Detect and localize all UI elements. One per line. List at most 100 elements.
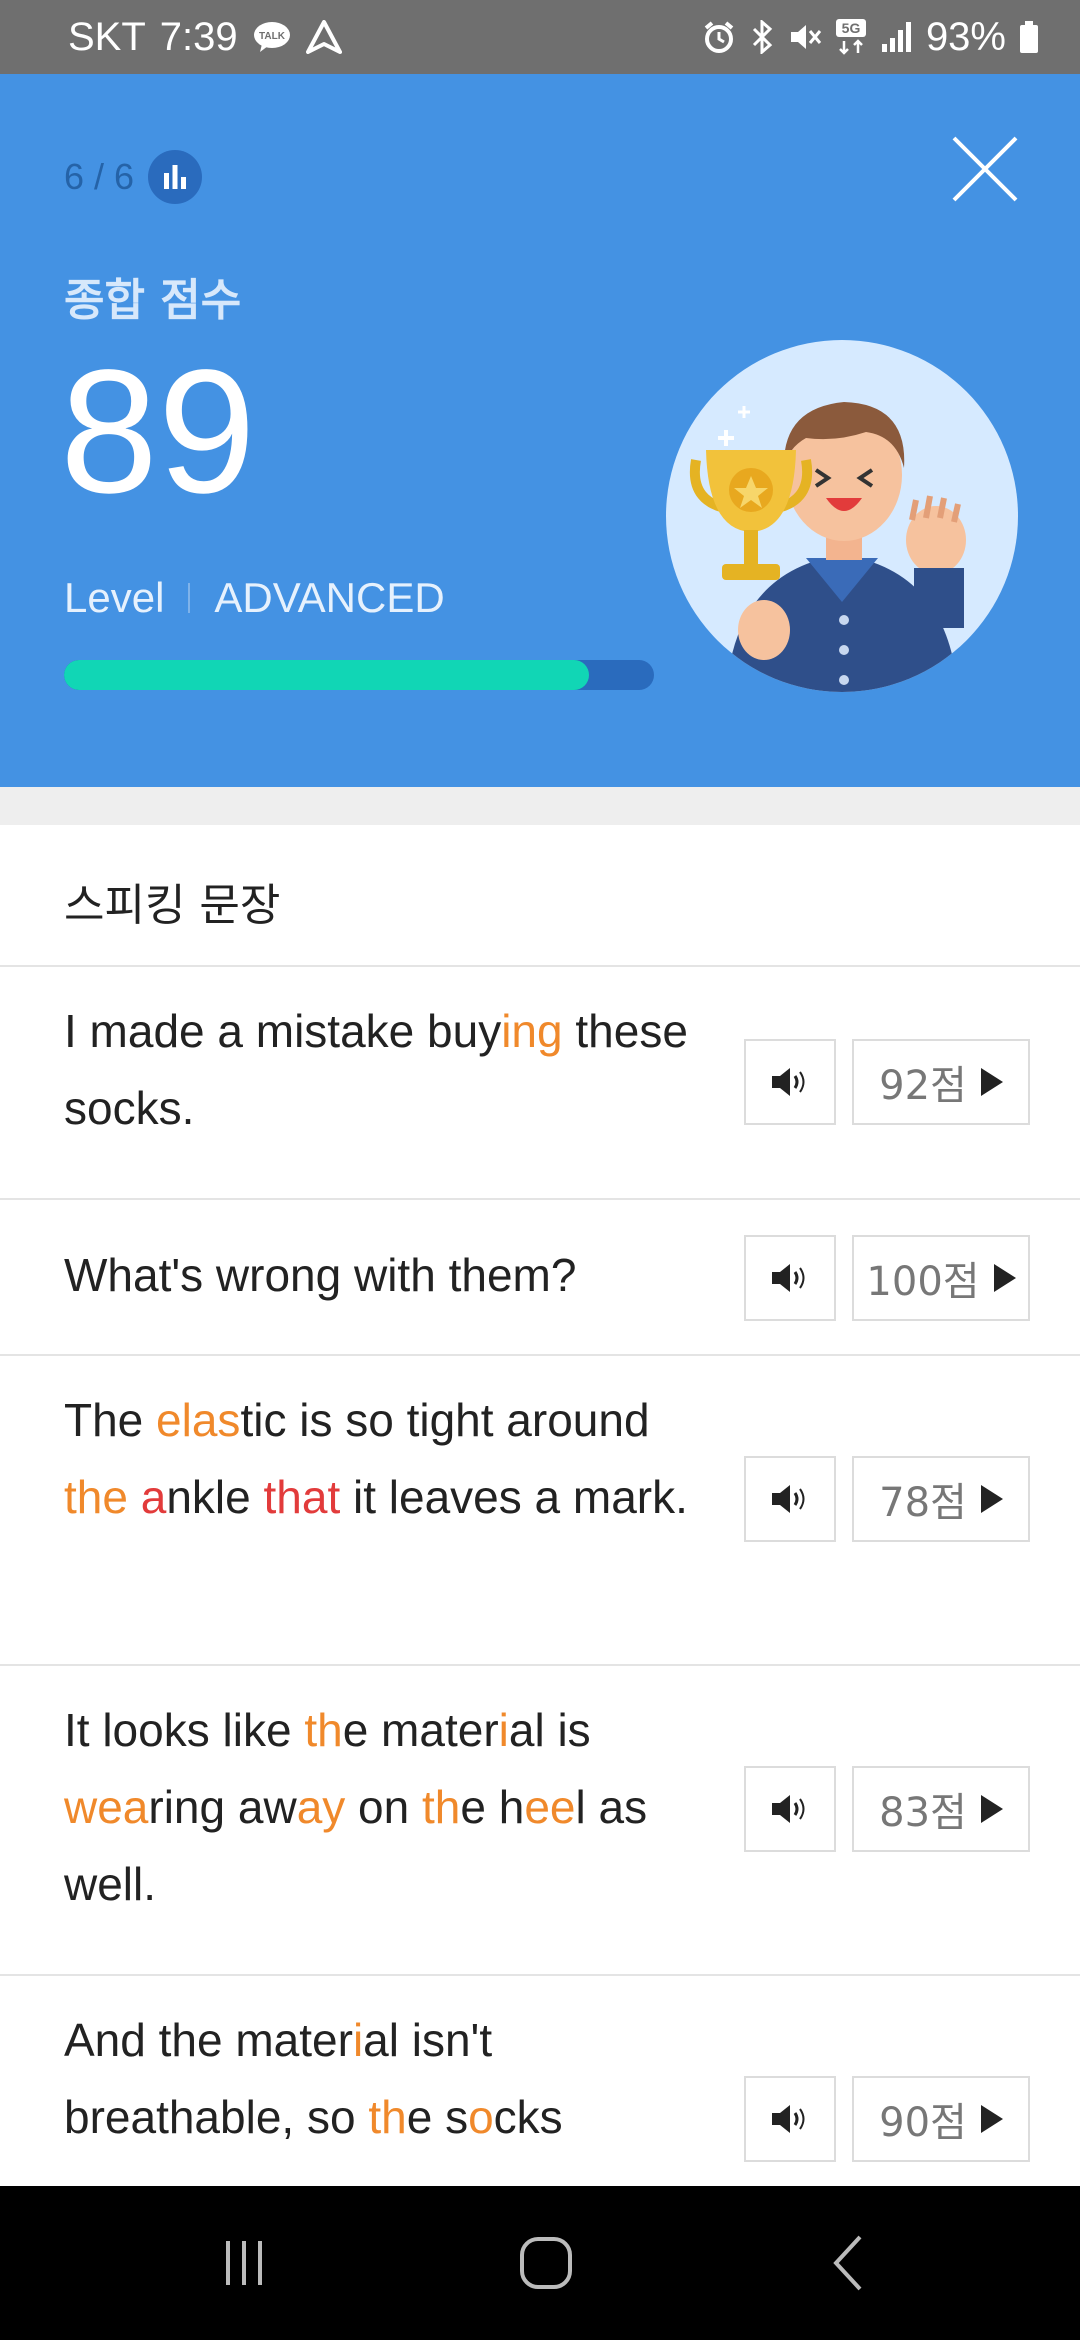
play-audio-button[interactable] (744, 1235, 836, 1321)
mispronounced-segment: o (468, 2091, 494, 2143)
clock: 7:39 (159, 14, 238, 59)
sentence-segment: e mater (342, 1704, 499, 1756)
talk-badge-text: TALK (259, 31, 286, 42)
network-label: 5G (842, 20, 861, 36)
recent-apps-icon (226, 2241, 262, 2285)
mispronounced-segment: th (368, 2091, 407, 2143)
overall-score-value: 89 (60, 334, 256, 530)
network-5g-icon: 5G (834, 17, 868, 57)
signal-icon (880, 20, 914, 54)
system-navigation-bar (0, 2186, 1080, 2340)
sentence-row: What's wrong with them? 100점 (0, 1200, 1080, 1356)
sentence-score-button[interactable]: 83점 (852, 1766, 1030, 1852)
sentence-segment: I made a mistake buy (64, 1005, 502, 1057)
sentence-segment (128, 1471, 141, 1523)
bar-chart-icon[interactable] (148, 150, 203, 204)
back-icon (833, 2235, 862, 2291)
kakaotalk-icon: TALK (252, 20, 292, 54)
level-progress-fill (64, 660, 590, 690)
sentence-segment: e s (406, 2091, 469, 2143)
mute-icon (788, 20, 822, 54)
sentence-segment: tic is so tight around (240, 1394, 650, 1446)
sentence-segment: al is (508, 1704, 591, 1756)
mispronounced-segment: i (352, 2014, 364, 2066)
sentence-segment: And the mater (64, 2014, 353, 2066)
sentence-segment: The (64, 1394, 157, 1446)
carrier-label: SKT (68, 14, 146, 59)
score-header: 6 / 6 종합 점수 89 Level ADVANCED (0, 74, 1080, 787)
sentence-score: 100점 (866, 1259, 980, 1305)
battery-percent: 93% (925, 14, 1006, 59)
close-button[interactable] (950, 134, 1020, 204)
play-icon (980, 1795, 1003, 1823)
alarm-icon (702, 20, 736, 54)
sentence-row: And the material isn't breathable, so th… (0, 1976, 1080, 2196)
speaking-sentences-header: 스피킹 문장 (0, 825, 1080, 967)
navigation-app-icon (305, 20, 342, 54)
mispronounced-segment: th (304, 1704, 343, 1756)
close-icon (952, 136, 1018, 202)
mispronounced-segment: the (64, 1471, 128, 1523)
sentence-text: And the material isn't breathable, so th… (64, 2002, 714, 2156)
status-left: SKT 7:39 TALK (68, 0, 342, 74)
mispronounced-segment: ee (524, 1781, 576, 1833)
sentence-segment: cks (493, 2091, 563, 2143)
sentence-segment: It looks like (64, 1704, 305, 1756)
back-button[interactable] (770, 2186, 930, 2340)
sentence-score-button[interactable]: 100점 (852, 1235, 1030, 1321)
recent-apps-button[interactable] (164, 2186, 324, 2340)
home-button[interactable] (466, 2186, 626, 2340)
speaker-icon (772, 1795, 805, 1823)
play-audio-button[interactable] (744, 1456, 836, 1542)
sentence-score: 83점 (879, 1790, 967, 1836)
sentence-segment: e h (460, 1781, 525, 1833)
sentence-score-button[interactable]: 90점 (852, 2076, 1030, 2162)
wrong-segment: a (140, 1471, 167, 1523)
sentence-score: 92점 (879, 1063, 967, 1109)
sentence-text: I made a mistake buying these socks. (64, 993, 714, 1147)
mispronounced-segment: wea (64, 1781, 149, 1833)
level-label: Level (64, 574, 165, 621)
wrong-segment: that (263, 1471, 341, 1523)
level-value: ADVANCED (214, 574, 445, 621)
mispronounced-segment: th (422, 1781, 461, 1833)
sentence-segment: ring aw (148, 1781, 297, 1833)
status-right: 5G 93% (702, 0, 1040, 74)
level-row: Level ADVANCED (64, 574, 445, 622)
speaker-icon (772, 1068, 805, 1096)
speaker-icon (772, 2105, 805, 2133)
play-icon (980, 1485, 1003, 1513)
mispronounced-segment: elas (156, 1394, 241, 1446)
sentence-score: 90점 (879, 2100, 967, 2146)
sentence-score: 78점 (879, 1480, 967, 1526)
battery-icon (1018, 20, 1040, 54)
sentence-segment: on (345, 1781, 423, 1833)
bluetooth-icon (748, 20, 776, 54)
sentence-row: It looks like the material is wearing aw… (0, 1666, 1080, 1976)
sentence-text: The elastic is so tight around the ankle… (64, 1382, 714, 1536)
play-icon (980, 1068, 1003, 1096)
sentence-score-button[interactable]: 92점 (852, 1039, 1030, 1125)
sentence-row: I made a mistake buying these socks. 92점 (0, 967, 1080, 1200)
sentence-segment: nkle (166, 1471, 264, 1523)
play-icon (980, 2105, 1003, 2133)
sentence-segment: it leaves a mark. (340, 1471, 688, 1523)
level-divider (188, 583, 191, 613)
trophy-character-illustration (666, 340, 1018, 692)
play-audio-button[interactable] (744, 1039, 836, 1125)
play-icon (993, 1264, 1016, 1292)
progress-text: 6 / 6 (64, 156, 135, 197)
mispronounced-segment: ay (296, 1781, 346, 1833)
section-title: 스피킹 문장 (64, 880, 281, 931)
sentence-text: What's wrong with them? (64, 1237, 714, 1314)
sentence-text: It looks like the material is wearing aw… (64, 1692, 714, 1923)
speaker-icon (772, 1485, 805, 1513)
play-audio-button[interactable] (744, 1766, 836, 1852)
play-audio-button[interactable] (744, 2076, 836, 2162)
sentence-score-button[interactable]: 78점 (852, 1456, 1030, 1542)
overall-score-label: 종합 점수 (64, 275, 242, 326)
sentence-row: The elastic is so tight around the ankle… (0, 1356, 1080, 1666)
sentence-list: I made a mistake buying these socks. 92점 W… (0, 967, 1080, 2196)
sentence-segment: What's wrong with them? (64, 1249, 577, 1301)
level-progress-bar (64, 660, 654, 690)
